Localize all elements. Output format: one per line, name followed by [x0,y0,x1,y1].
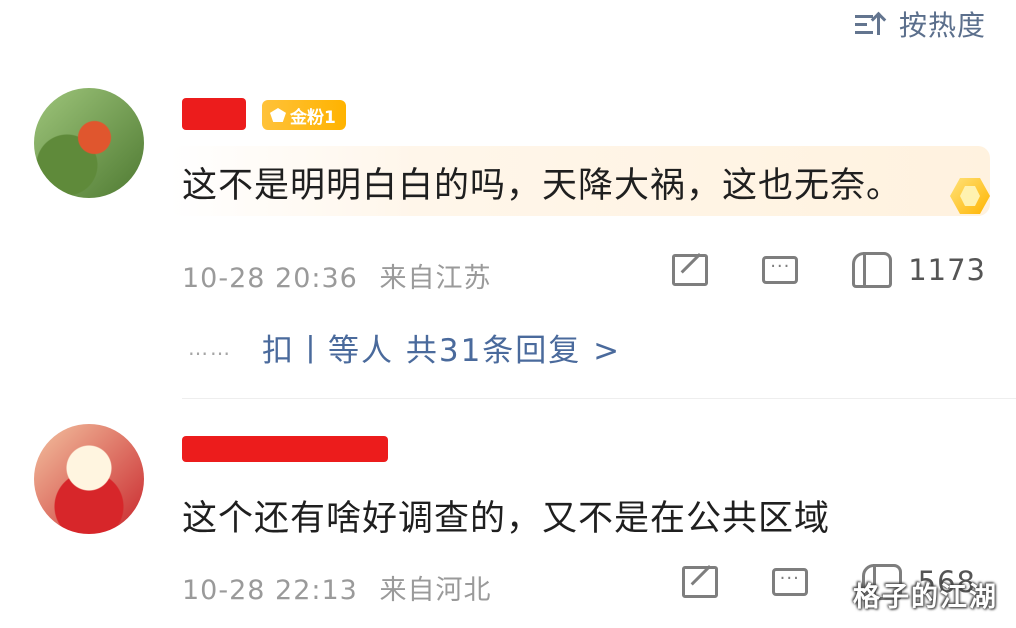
reply-icon[interactable] [762,256,799,284]
comment-time: 10-28 20:36 [182,263,358,294]
username-redacted[interactable] [182,98,246,130]
reply-dots: …… [188,335,232,360]
comment-item: 金粉1 这不是明明白白的吗，天降大祸，这也无奈。 10-28 20:36 来自江… [0,0,1016,400]
like-count: 1173 [908,253,986,287]
comment-location: 来自江苏 [379,263,492,294]
reply-count-text: 扣丨等人 共31条回复 > [262,333,622,369]
comment-actions: 1173 [618,252,986,288]
badge-icon [270,108,286,122]
fan-badge[interactable]: 金粉1 [262,100,346,130]
replies-link[interactable]: …… 扣丨等人 共31条回复 > [188,325,621,370]
avatar[interactable] [34,88,144,198]
share-icon[interactable] [672,254,709,286]
comment-text: 这不是明明白白的吗，天降大祸，这也无奈。 [182,166,903,206]
username-redacted[interactable] [182,436,388,462]
comment-time: 10-28 22:13 [182,575,358,606]
comment-meta: 10-28 22:13 来自河北 [182,568,491,607]
like-icon[interactable] [852,252,893,288]
share-icon[interactable] [681,566,718,598]
badge-label: 金粉1 [290,107,336,128]
comment-divider [182,398,1016,399]
avatar[interactable] [34,424,144,534]
comment-meta: 10-28 20:36 来自江苏 [182,256,491,295]
reply-icon[interactable] [771,568,808,596]
comment-text: 这个还有啥好调查的，又不是在公共区域 [182,499,831,539]
comment-location: 来自河北 [379,575,492,606]
watermark: 格子的江湖 [853,582,998,613]
gold-medal-icon [942,172,998,220]
